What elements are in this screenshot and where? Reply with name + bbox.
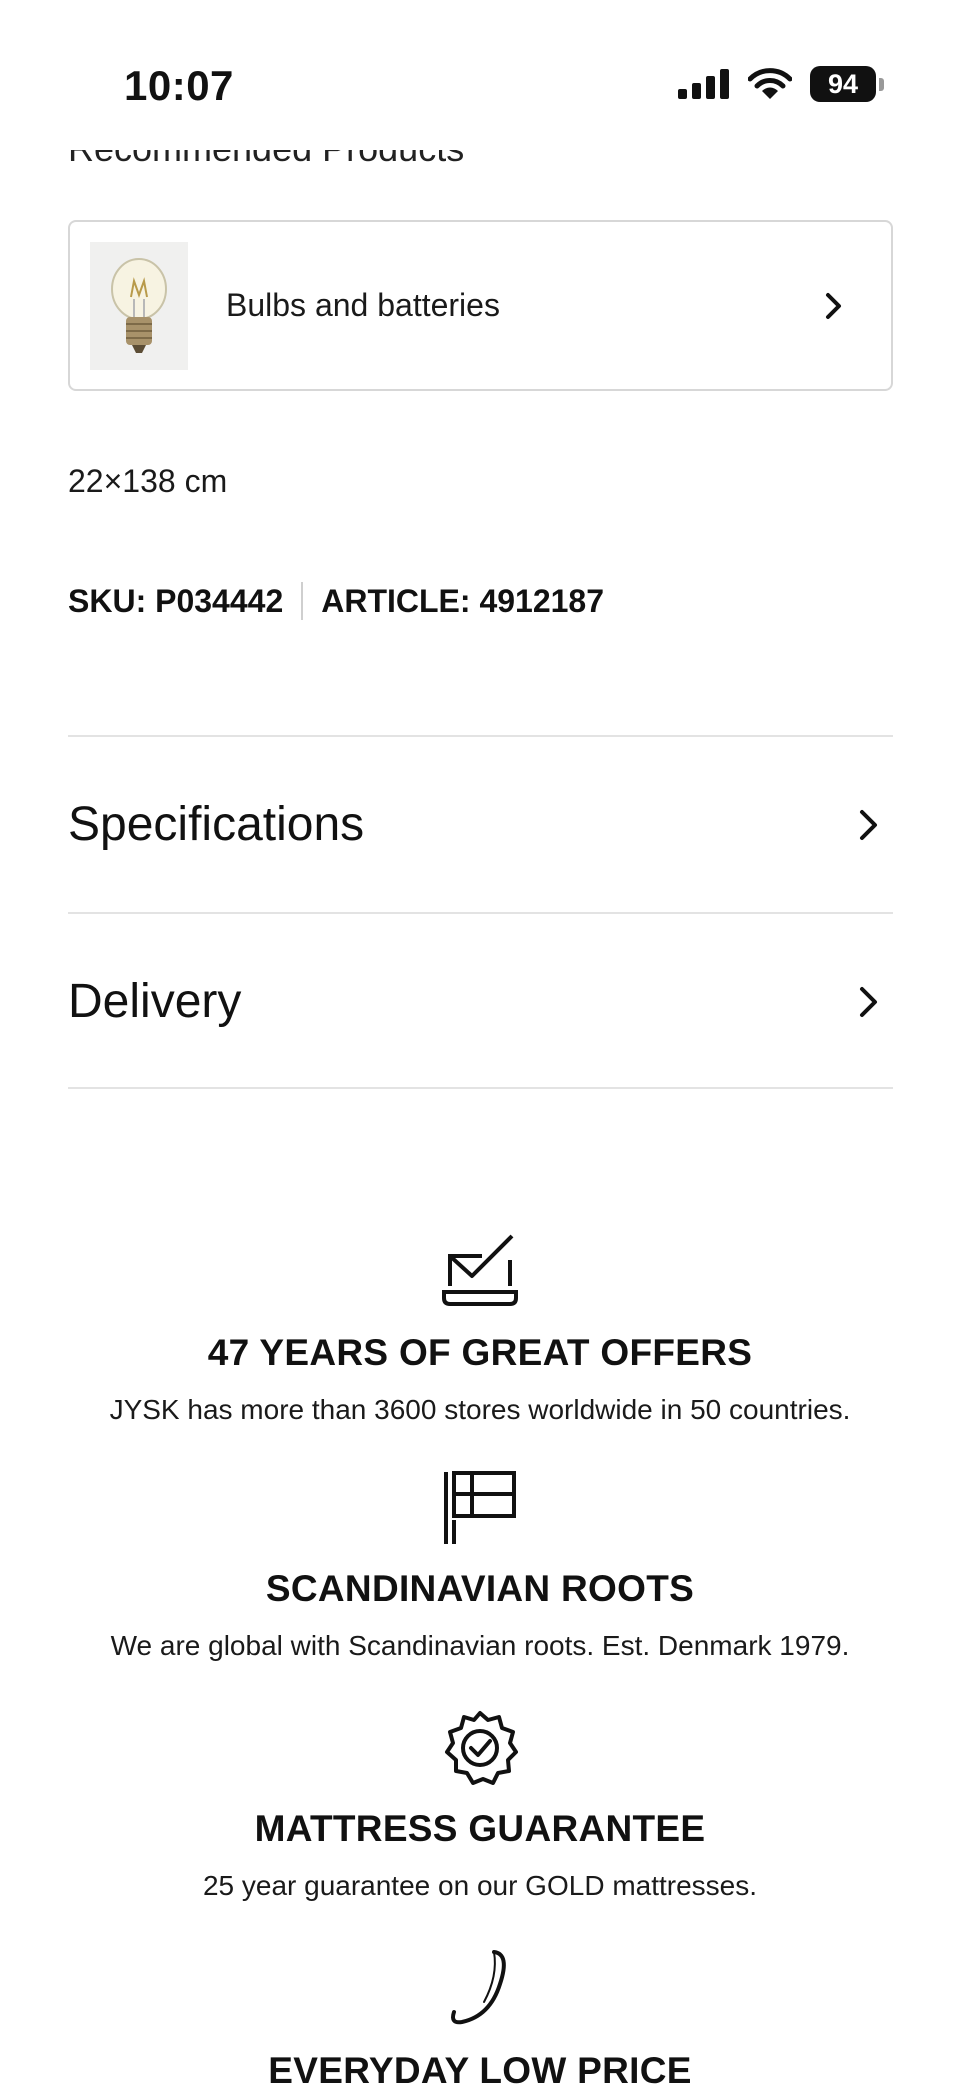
- laptop-check-icon: [442, 1234, 518, 1306]
- scandinavian-flag-icon: [444, 1471, 516, 1544]
- usp-title: MATTRESS GUARANTEE: [254, 1808, 706, 1849]
- light-bulb-icon: [111, 257, 167, 353]
- usp-title: EVERYDAY LOW PRICE: [268, 2050, 692, 2085]
- usp-scandinavian-roots: SCANDINAVIAN ROOTS We are global with Sc…: [0, 1470, 960, 1662]
- delivery-accordion[interactable]: Delivery: [68, 912, 893, 1089]
- badge-check-icon: [445, 1711, 518, 1785]
- recommended-product-card[interactable]: Bulbs and batteries: [68, 220, 893, 391]
- battery-indicator: 94: [810, 66, 884, 102]
- id-separator: [301, 582, 304, 620]
- usp-text: 25 year guarantee on our GOLD mattresses…: [202, 1870, 758, 1901]
- battery-tip: [879, 77, 884, 91]
- wifi-icon: [748, 68, 792, 99]
- battery-level: 94: [810, 66, 876, 102]
- usp-title: SCANDINAVIAN ROOTS: [265, 1568, 695, 1609]
- signal-icon: [678, 69, 729, 99]
- status-time: 10:07: [124, 62, 234, 109]
- sku-number: SKU: P034442: [68, 582, 284, 619]
- usp-mattress-guarantee: MATTRESS GUARANTEE 25 year guarantee on …: [0, 1710, 960, 1902]
- delivery-label: Delivery: [68, 975, 242, 1028]
- specifications-label: Specifications: [68, 798, 365, 851]
- product-thumbnail: [90, 241, 188, 370]
- product-identifiers: SKU: P034442 ARTICLE: 4912187: [68, 582, 604, 620]
- chevron-right-icon: [826, 292, 841, 319]
- status-bar: 10:07 94: [0, 0, 960, 150]
- usp-text: JYSK has more than 3600 stores worldwide…: [109, 1394, 851, 1425]
- usp-title: 47 YEARS OF GREAT OFFERS: [207, 1332, 753, 1373]
- status-icons: 94: [678, 66, 884, 102]
- recommended-product-label: Bulbs and batteries: [226, 287, 500, 323]
- chevron-right-icon: [860, 986, 877, 1017]
- usp-great-offers: 47 YEARS OF GREAT OFFERS JYSK has more t…: [0, 1232, 960, 1426]
- accordion-divider: [68, 1087, 893, 1089]
- article-number: ARTICLE: 4912187: [321, 582, 605, 619]
- specifications-accordion[interactable]: Specifications: [68, 735, 893, 912]
- usp-everyday-low-price: EVERYDAY LOW PRICE: [0, 1946, 960, 2085]
- price-swirl-icon: [451, 1950, 506, 2025]
- product-dimensions: 22×138 cm: [68, 463, 228, 499]
- chevron-right-icon: [860, 809, 877, 840]
- usp-text: We are global with Scandinavian roots. E…: [110, 1630, 850, 1661]
